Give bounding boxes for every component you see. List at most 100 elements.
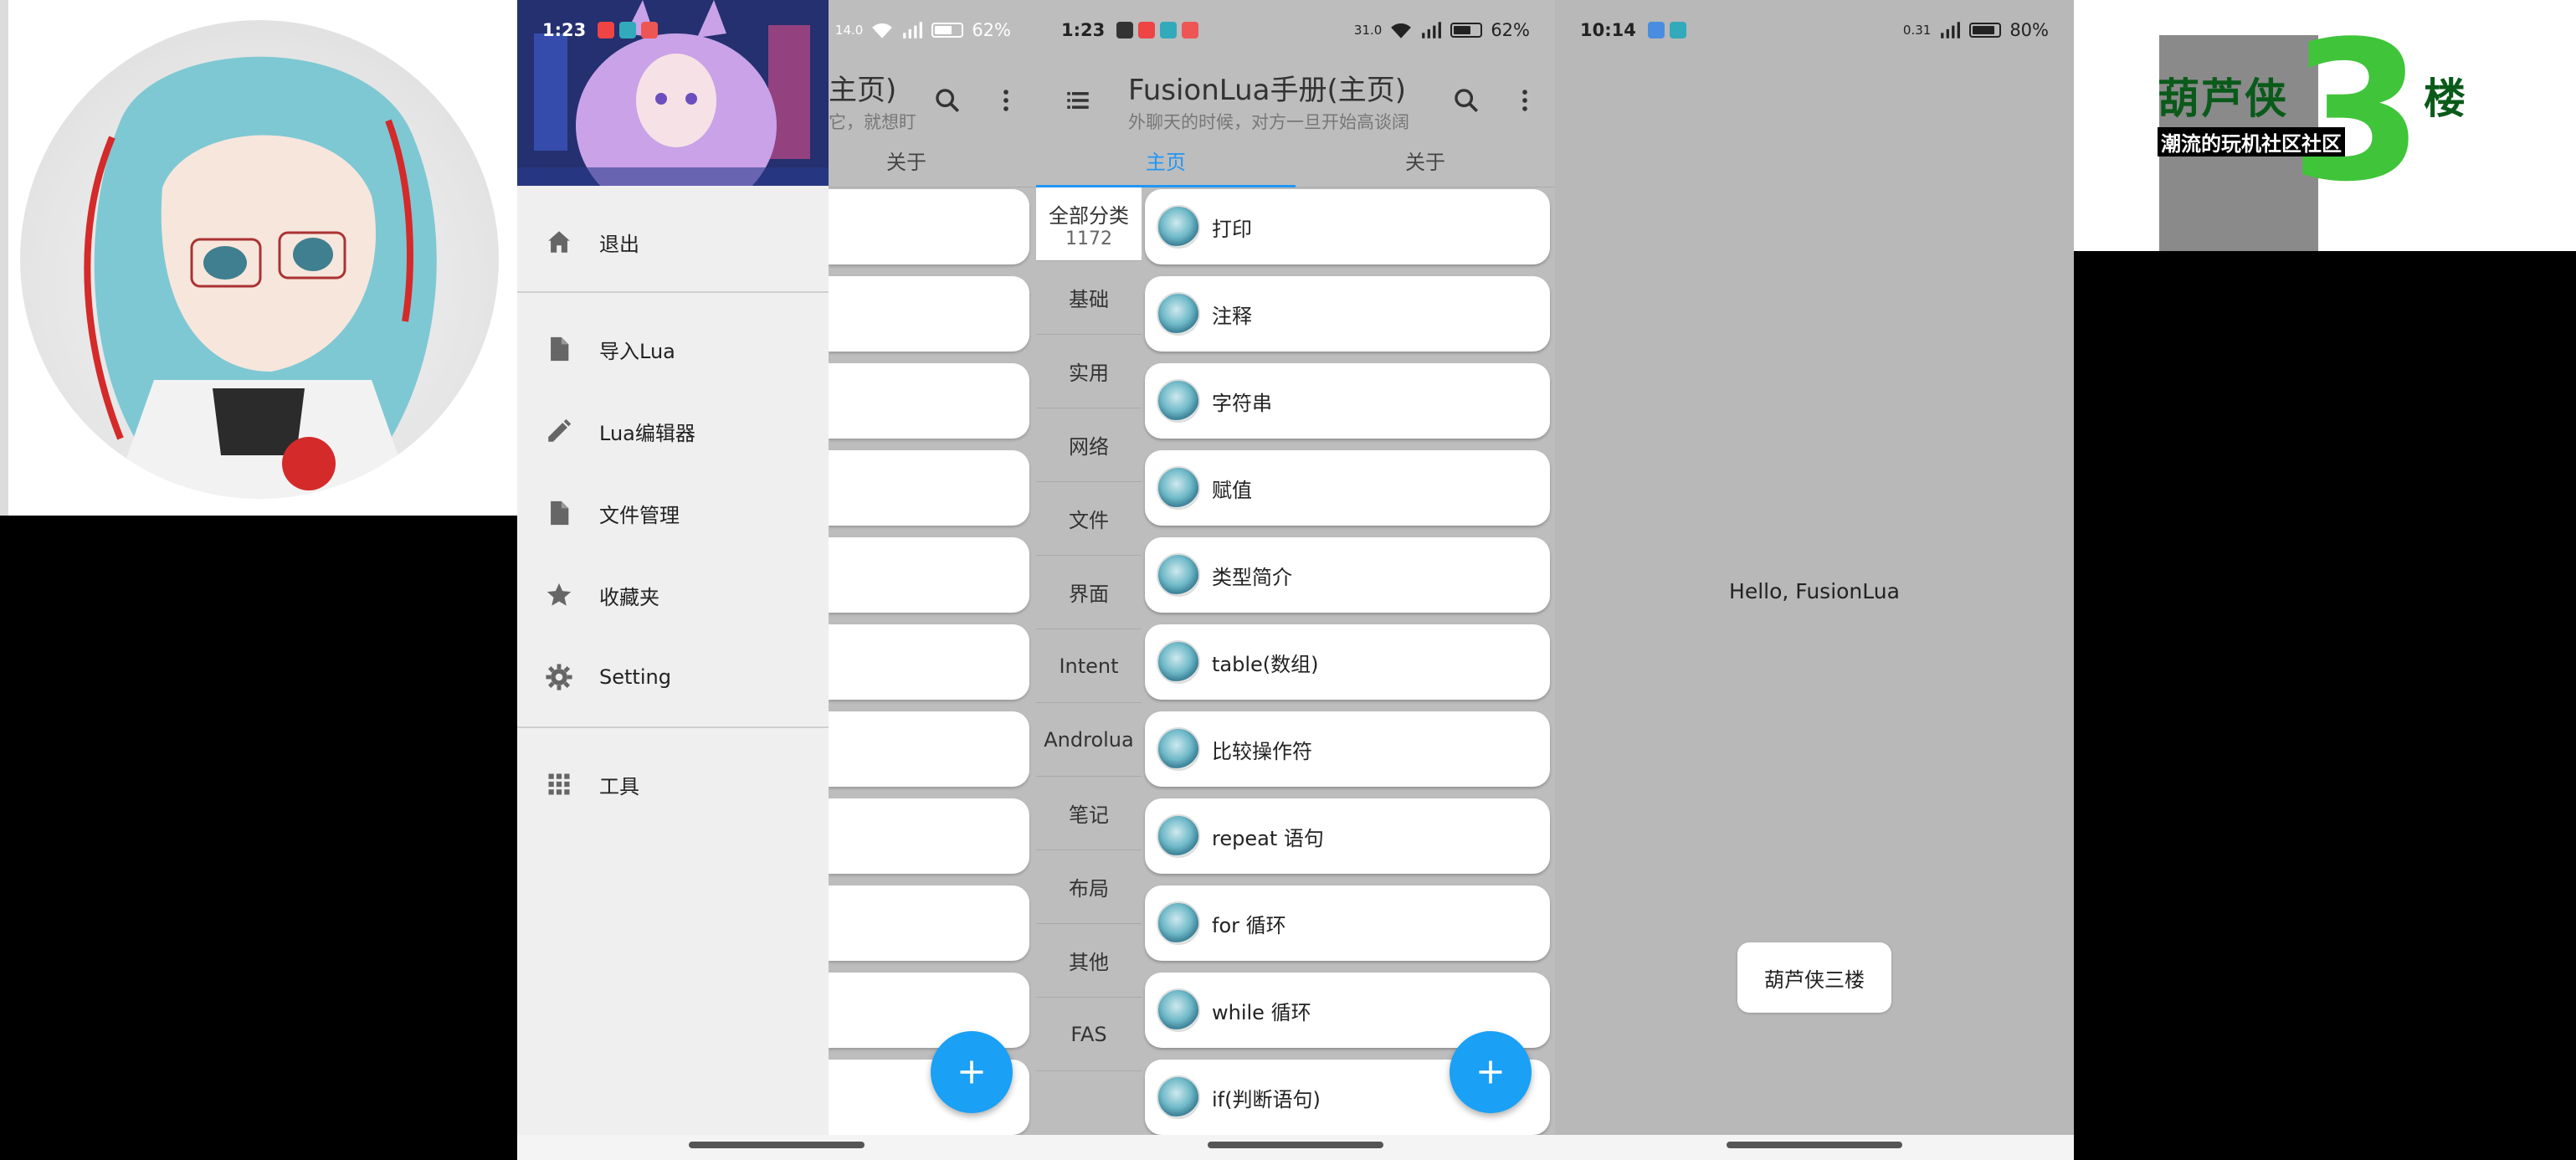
drawer-item-import-lua[interactable]: 导入Lua	[517, 320, 829, 378]
add-fab-button[interactable]	[931, 1031, 1013, 1113]
huluxia-button[interactable]: 葫芦侠三楼	[1737, 942, 1891, 1013]
home-indicator[interactable]	[689, 1142, 865, 1148]
item-avatar	[1157, 205, 1200, 249]
star-icon	[542, 578, 576, 612]
background-card	[829, 885, 1029, 961]
drawer-divider	[517, 291, 829, 293]
list-item[interactable]: repeat 语句	[1145, 798, 1550, 874]
huluxia-logo-panel: 3 葫芦侠 楼 潮流的玩机社区社区	[2074, 0, 2576, 251]
status-time: 1:23	[542, 20, 587, 40]
category-label: FAS	[1070, 1022, 1107, 1046]
item-avatar	[1157, 1075, 1200, 1119]
item-label: 比较操作符	[1212, 739, 1312, 763]
list-item[interactable]: 打印	[1145, 189, 1550, 264]
category-label: 布局	[1069, 877, 1109, 901]
item-avatar	[1157, 814, 1200, 858]
apps-grid-icon	[542, 767, 576, 801]
hello-message: Hello, FusionLua	[1729, 579, 1900, 603]
more-options-button[interactable]	[1505, 80, 1545, 121]
battery-level: 80%	[2009, 20, 2049, 40]
category-item[interactable]: 基础	[1036, 261, 1142, 335]
avatar-image-panel	[0, 0, 517, 516]
signal-icon	[903, 22, 923, 38]
home-icon	[542, 225, 576, 259]
logo-title: 葫芦侠	[2158, 74, 2288, 123]
background-card	[829, 363, 1029, 439]
battery-icon	[1450, 23, 1483, 38]
list-item[interactable]: 类型简介	[1145, 537, 1550, 613]
category-item[interactable]: 其他	[1036, 924, 1142, 998]
drawer-screen: 主页) 它，就想盯 关于 退出 导入Lua Lua编辑器 文件管理 收藏夹 Se…	[517, 0, 1036, 1160]
search-button[interactable]	[927, 80, 967, 121]
list-item[interactable]: for 循环	[1145, 885, 1550, 961]
battery-icon	[931, 23, 964, 38]
add-fab-button[interactable]	[1450, 1031, 1532, 1113]
list-item[interactable]: table(数组)	[1145, 624, 1550, 700]
drawer-item-label: 文件管理	[599, 503, 680, 527]
drawer-item-label: 收藏夹	[599, 585, 659, 609]
home-indicator[interactable]	[1727, 1142, 1902, 1148]
main-screen: 1:23 31.0 62% FusionLua手册(主页) 外聊天的时候，对方一…	[1036, 0, 1555, 1160]
category-item[interactable]: 笔记	[1036, 777, 1142, 850]
category-all[interactable]: 全部分类 1172	[1036, 187, 1142, 261]
category-item[interactable]: 布局	[1036, 850, 1142, 924]
drawer-item-label: 工具	[599, 774, 639, 798]
drawer-item-lua-editor[interactable]: Lua编辑器	[517, 402, 829, 460]
more-options-button[interactable]	[986, 80, 1026, 121]
file-icon	[542, 332, 576, 366]
drawer-item-tools[interactable]: 工具	[517, 755, 829, 814]
category-item[interactable]: 实用	[1036, 335, 1142, 408]
item-avatar	[1157, 727, 1200, 771]
list-item[interactable]: 赋值	[1145, 450, 1550, 526]
network-speed: 14.0	[834, 23, 864, 38]
search-button[interactable]	[1446, 80, 1486, 121]
plus-icon	[960, 1060, 983, 1084]
category-item[interactable]: 文件	[1036, 482, 1142, 556]
toolbar-subtitle: 它，就想盯	[829, 112, 916, 132]
item-label: for 循环	[1212, 913, 1286, 937]
anime-avatar-image	[20, 20, 499, 499]
category-item[interactable]: Intent	[1036, 629, 1142, 703]
toolbar-subtitle: 外聊天的时候，对方一旦开始高谈阔	[1128, 112, 1409, 132]
battery-level: 62%	[1491, 20, 1530, 40]
home-indicator[interactable]	[1208, 1142, 1383, 1148]
list-menu-icon	[1067, 92, 1089, 109]
background-card	[829, 450, 1029, 526]
list-item[interactable]: 注释	[1145, 276, 1550, 352]
search-icon	[1455, 89, 1479, 113]
item-label: 字符串	[1212, 391, 1272, 415]
item-avatar	[1157, 292, 1200, 336]
background-card	[829, 798, 1029, 874]
logo-big-three: 3	[2290, 1, 2425, 224]
item-avatar	[1157, 901, 1200, 945]
drawer-item-setting[interactable]: Setting	[517, 648, 829, 706]
category-item[interactable]: FAS	[1036, 998, 1142, 1071]
list-item[interactable]: 比较操作符	[1145, 711, 1550, 787]
status-bar: 1:23 31.0 62%	[1036, 0, 1555, 60]
category-label: 界面	[1069, 583, 1109, 606]
status-time: 1:23	[1061, 20, 1106, 40]
category-item[interactable]: 界面	[1036, 556, 1142, 629]
category-label: 全部分类	[1049, 203, 1129, 228]
gear-icon	[542, 660, 576, 694]
category-item[interactable]: Androlua	[1036, 703, 1142, 777]
list-item[interactable]: 字符串	[1145, 363, 1550, 439]
hello-screen: 10:14 0.31 80% Hello, FusionLua 葫芦侠三楼	[1555, 0, 2074, 1160]
tab-home[interactable]: 主页	[1036, 141, 1296, 187]
notification-icons	[598, 22, 659, 38]
app-toolbar: FusionLua手册(主页) 外聊天的时候，对方一旦开始高谈阔	[1036, 60, 1555, 141]
menu-button[interactable]	[1058, 80, 1098, 121]
item-label: table(数组)	[1212, 652, 1319, 676]
drawer-item-file-manager[interactable]: 文件管理	[517, 484, 829, 542]
drawer-item-exit[interactable]: 退出	[517, 213, 829, 271]
search-icon	[936, 89, 960, 113]
tab-about[interactable]: 关于	[1296, 141, 1555, 187]
plus-icon	[1479, 1060, 1502, 1084]
background-card	[829, 973, 1029, 1048]
drawer-item-favorites[interactable]: 收藏夹	[517, 566, 829, 624]
logo-subtitle: 潮流的玩机社区社区	[2158, 127, 2345, 157]
panel-edge	[0, 0, 8, 516]
category-item[interactable]: 网络	[1036, 408, 1142, 482]
category-label: 笔记	[1069, 803, 1109, 827]
item-avatar	[1157, 466, 1200, 510]
